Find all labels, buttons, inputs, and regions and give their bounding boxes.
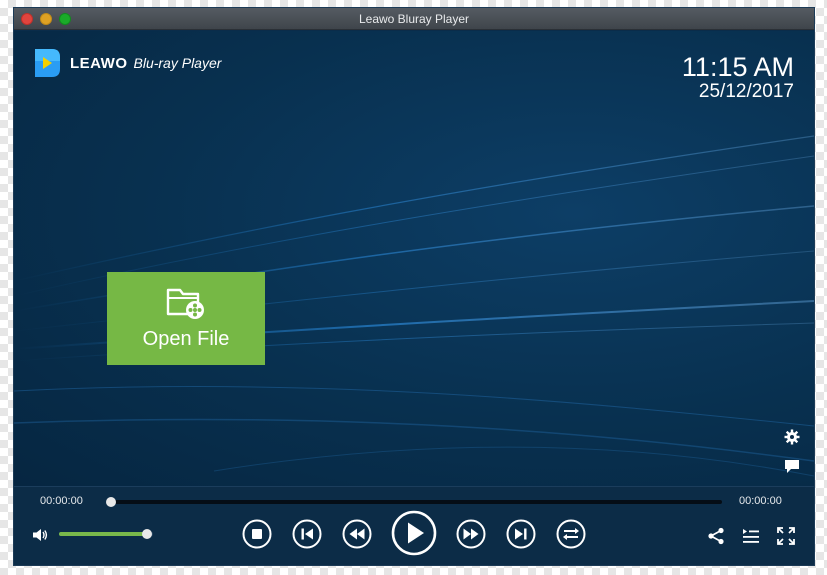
seek-handle[interactable] xyxy=(106,497,116,507)
open-file-button[interactable]: Open File xyxy=(107,272,265,365)
clock-time: 11:15 AM xyxy=(681,52,794,82)
play-icon[interactable] xyxy=(391,510,437,556)
stop-icon[interactable] xyxy=(242,519,272,549)
close-window-button[interactable] xyxy=(21,13,33,25)
window-title: Leawo Bluray Player xyxy=(358,11,470,26)
rewind-icon[interactable] xyxy=(342,519,372,549)
fullscreen-icon[interactable] xyxy=(777,527,795,545)
fast-forward-icon[interactable] xyxy=(456,519,486,549)
logo-brand-text: LEAWO xyxy=(70,54,128,72)
maximize-window-button[interactable] xyxy=(59,13,71,25)
share-icon[interactable] xyxy=(707,527,725,545)
volume-handle[interactable] xyxy=(142,529,153,539)
video-stage[interactable]: LEAWO Blu-ray Player 11:15 AM 25/12/2017… xyxy=(14,31,814,486)
total-time: 00:00:00 xyxy=(739,495,782,507)
volume-slider[interactable] xyxy=(59,529,153,539)
subtitle-icon[interactable] xyxy=(784,458,800,474)
minimize-window-button[interactable] xyxy=(40,13,52,25)
previous-icon[interactable] xyxy=(292,519,322,549)
clock-date: 25/12/2017 xyxy=(698,81,794,102)
app-logo: LEAWO Blu-ray Player xyxy=(32,47,221,79)
logo-product-text: Blu-ray Player xyxy=(133,55,222,71)
volume-icon[interactable] xyxy=(32,527,48,543)
current-time: 00:00:00 xyxy=(40,495,83,507)
open-file-label: Open File xyxy=(142,328,230,350)
control-bar: 00:00:00 00:00:00 xyxy=(14,486,814,565)
playlist-icon[interactable] xyxy=(742,527,760,545)
folder-film-icon xyxy=(166,288,204,319)
leawo-logo-icon xyxy=(35,49,60,77)
clock: 11:15 AM 25/12/2017 xyxy=(682,53,794,103)
seek-bar[interactable] xyxy=(106,497,722,507)
player-window: Leawo Bluray Player LEAWO Blu-ray Player… xyxy=(14,8,814,565)
next-icon[interactable] xyxy=(506,519,536,549)
window-controls xyxy=(21,13,71,25)
repeat-icon[interactable] xyxy=(556,519,586,549)
title-bar[interactable]: Leawo Bluray Player xyxy=(14,8,814,30)
gear-icon[interactable] xyxy=(784,429,800,445)
volume-level xyxy=(59,532,148,536)
